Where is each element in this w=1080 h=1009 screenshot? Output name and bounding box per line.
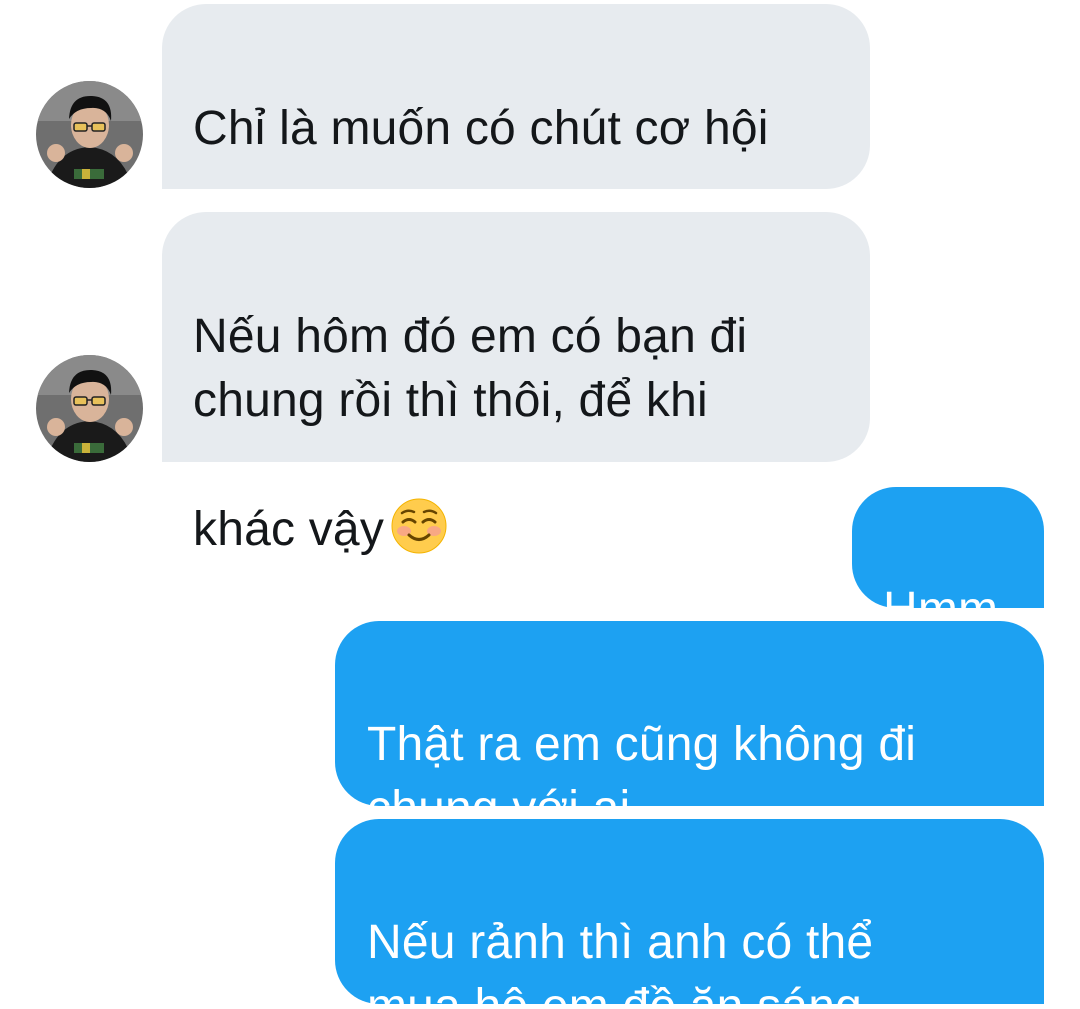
message-bubble-incoming[interactable]: Chỉ là muốn có chút cơ hội với em thôi m… [162, 4, 870, 284]
message-text: Nếu rảnh thì anh có thể mua hộ em đồ ăn … [367, 916, 903, 1009]
message-bubble-outgoing[interactable]: Thật ra em cũng không đi chung với ai [335, 621, 1044, 835]
message-text: Thật ra em cũng không đi chung với ai [367, 718, 917, 835]
contact-avatar[interactable] [36, 81, 143, 188]
contact-avatar[interactable] [36, 355, 143, 462]
message-bubble-outgoing[interactable]: Nếu rảnh thì anh có thể mua hộ em đồ ăn … [335, 819, 1044, 1009]
message-bubble-outgoing[interactable]: Hmm [852, 487, 1044, 636]
chat-thread: Chỉ là muốn có chút cơ hội với em thôi m… [0, 0, 1080, 1009]
message-text: Nếu hôm đó em có bạn đi chung rồi thì th… [193, 310, 748, 556]
smiling-face-blushing-icon [390, 433, 448, 572]
message-bubble-incoming[interactable]: Nếu hôm đó em có bạn đi chung rồi thì th… [162, 212, 870, 556]
